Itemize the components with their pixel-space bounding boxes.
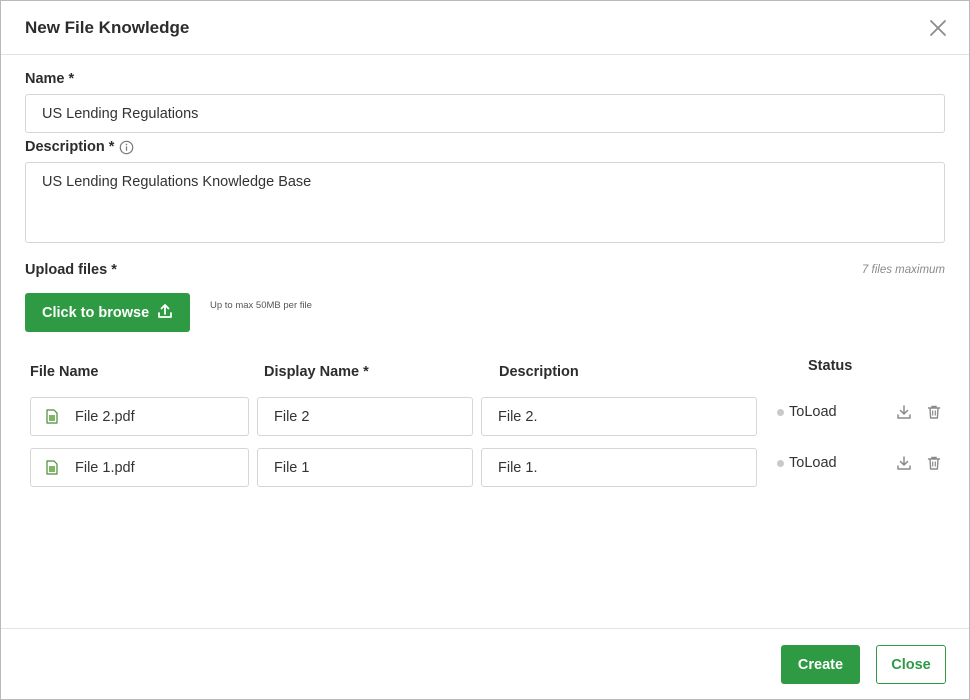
browse-button-label: Click to browse xyxy=(42,304,150,321)
info-icon[interactable] xyxy=(119,140,134,155)
status-text: ToLoad xyxy=(789,455,837,471)
trash-icon[interactable] xyxy=(926,455,942,471)
download-icon[interactable] xyxy=(896,404,912,420)
column-header-file-name: File Name xyxy=(30,364,99,380)
display-name-input[interactable]: File 2 xyxy=(257,397,473,436)
column-header-status: Status xyxy=(808,358,853,374)
file-name-cell: File 2.pdf xyxy=(30,397,249,436)
browse-button[interactable]: Click to browse xyxy=(25,293,190,332)
column-header-display-name: Display Name * xyxy=(264,364,369,380)
description-label: Description * xyxy=(25,139,115,155)
file-name-text: File 1.pdf xyxy=(75,459,135,476)
files-maximum-note: 7 files maximum xyxy=(861,264,945,276)
file-icon xyxy=(46,460,58,475)
close-button[interactable]: Close xyxy=(876,645,946,684)
file-name-cell: File 1.pdf xyxy=(30,448,249,487)
file-description-input[interactable]: File 2. xyxy=(481,397,757,436)
file-icon xyxy=(46,409,58,424)
download-icon[interactable] xyxy=(896,455,912,471)
upload-files-label: Upload files * xyxy=(25,262,117,278)
status-text: ToLoad xyxy=(789,404,837,420)
file-description-input[interactable]: File 1. xyxy=(481,448,757,487)
description-textarea[interactable]: US Lending Regulations Knowledge Base xyxy=(25,162,945,243)
status-badge: ToLoad xyxy=(777,455,837,471)
file-size-hint: Up to max 50MB per file xyxy=(210,300,312,311)
status-dot xyxy=(777,459,784,467)
new-file-knowledge-dialog: New File Knowledge Name * US Lending Reg… xyxy=(0,0,970,700)
column-header-description: Description xyxy=(499,364,579,380)
name-label: Name * xyxy=(25,71,75,87)
name-input[interactable]: US Lending Regulations xyxy=(25,94,945,133)
display-name-input[interactable]: File 1 xyxy=(257,448,473,487)
file-name-text: File 2.pdf xyxy=(75,408,135,425)
close-icon[interactable] xyxy=(927,17,949,39)
status-badge: ToLoad xyxy=(777,404,837,420)
dialog-title: New File Knowledge xyxy=(25,18,190,37)
trash-icon[interactable] xyxy=(926,404,942,420)
dialog-header: New File Knowledge xyxy=(1,1,969,55)
upload-icon xyxy=(158,304,172,318)
status-dot xyxy=(777,408,784,416)
create-button[interactable]: Create xyxy=(781,645,860,684)
